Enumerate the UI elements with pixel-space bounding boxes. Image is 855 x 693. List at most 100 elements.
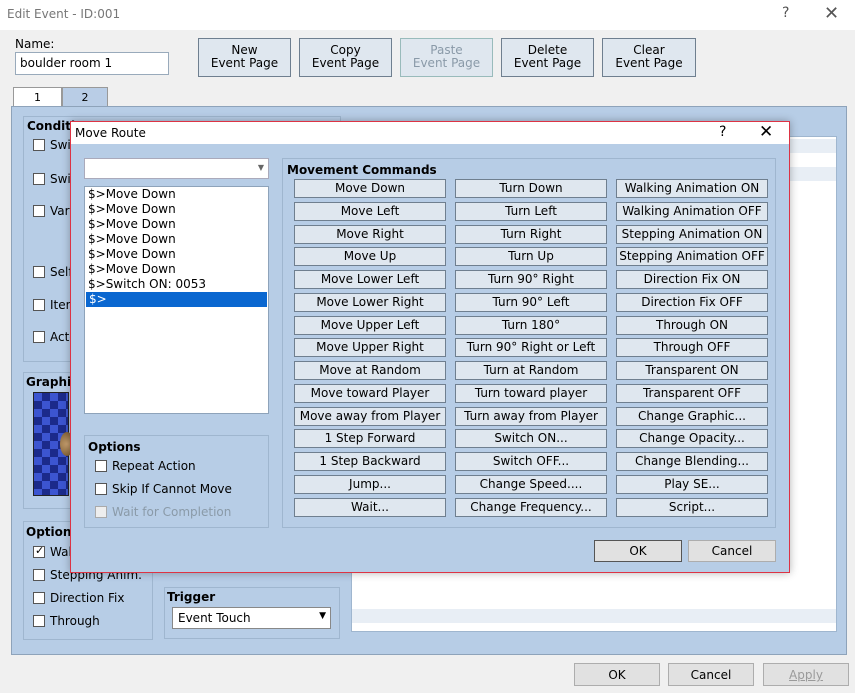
cmd-stepping-animation-off-button[interactable]: Stepping Animation OFF: [616, 247, 768, 266]
cmd-through-on-button[interactable]: Through ON: [616, 316, 768, 335]
delete-event-page-button[interactable]: Delete Event Page: [501, 38, 594, 77]
paste-event-page-button[interactable]: Paste Event Page: [400, 38, 493, 77]
repeat-action-option[interactable]: Repeat Action: [95, 459, 196, 473]
cmd-move-up-button[interactable]: Move Up: [294, 247, 446, 266]
close-icon[interactable]: ✕: [824, 3, 839, 24]
list-item[interactable]: $>Switch ON: 0053: [85, 277, 268, 292]
cmd-move-upper-left-button[interactable]: Move Upper Left: [294, 316, 446, 335]
clear-event-page-button[interactable]: Clear Event Page: [602, 38, 696, 77]
condition-switch-2[interactable]: Swi: [33, 172, 71, 186]
option-walking-anim-checkbox[interactable]: [33, 544, 45, 558]
option-stepping-anim-checkbox[interactable]: [33, 569, 45, 581]
cmd-turn-away-from-player-button[interactable]: Turn away from Player: [455, 407, 607, 426]
cmd-move-down-button[interactable]: Move Down: [294, 179, 446, 198]
list-item[interactable]: $>Move Down: [85, 217, 268, 232]
cmd-switch-off-button[interactable]: Switch OFF...: [455, 452, 607, 471]
cmd-change-opacity-button[interactable]: Change Opacity...: [616, 429, 768, 448]
cmd-direction-fix-on-button[interactable]: Direction Fix ON: [616, 270, 768, 289]
condition-actor-checkbox[interactable]: [33, 331, 45, 343]
list-item[interactable]: $>Move Down: [85, 232, 268, 247]
cmd-turn-90-right-button[interactable]: Turn 90° Right: [455, 270, 607, 289]
cmd-direction-fix-off-button[interactable]: Direction Fix OFF: [616, 293, 768, 312]
cmd-play-se-button[interactable]: Play SE...: [616, 475, 768, 494]
cmd-change-frequency-button[interactable]: Change Frequency...: [455, 498, 607, 517]
cmd-turn-down-button[interactable]: Turn Down: [455, 179, 607, 198]
help-icon[interactable]: ?: [782, 5, 789, 21]
cmd-move-away-from-player-button[interactable]: Move away from Player: [294, 407, 446, 426]
cmd-turn-up-button[interactable]: Turn Up: [455, 247, 607, 266]
cmd-turn-toward-player-button[interactable]: Turn toward player: [455, 384, 607, 403]
cmd-switch-on-button[interactable]: Switch ON...: [455, 429, 607, 448]
condition-switch-1[interactable]: Swi: [33, 138, 71, 152]
move-target-select[interactable]: ▼: [84, 158, 269, 179]
condition-item-checkbox[interactable]: [33, 299, 45, 311]
cmd-move-left-button[interactable]: Move Left: [294, 202, 446, 221]
option-direction-fix[interactable]: Direction Fix: [33, 591, 125, 605]
list-item[interactable]: $>Move Down: [85, 247, 268, 262]
chevron-down-icon: ▼: [257, 163, 264, 172]
list-item[interactable]: $>Move Down: [85, 202, 268, 217]
new-event-page-button[interactable]: New Event Page: [198, 38, 291, 77]
skip-if-cannot-move-option[interactable]: Skip If Cannot Move: [95, 482, 232, 496]
option-walking-anim[interactable]: Wal: [33, 544, 72, 559]
cmd-transparent-off-button[interactable]: Transparent OFF: [616, 384, 768, 403]
move-route-ok-button[interactable]: OK: [594, 540, 682, 562]
apply-button[interactable]: Apply: [763, 663, 849, 686]
cmd-change-blending-button[interactable]: Change Blending...: [616, 452, 768, 471]
cmd-move-upper-right-button[interactable]: Move Upper Right: [294, 338, 446, 357]
cmd-move-lower-right-button[interactable]: Move Lower Right: [294, 293, 446, 312]
cmd-turn-at-random-button[interactable]: Turn at Random: [455, 361, 607, 380]
tab-page-1[interactable]: 1: [13, 87, 62, 107]
cmd-transparent-on-button[interactable]: Transparent ON: [616, 361, 768, 380]
move-route-list[interactable]: $>Move Down $>Move Down $>Move Down $>Mo…: [84, 186, 269, 414]
help-icon[interactable]: ?: [719, 124, 726, 140]
trigger-select[interactable]: Event Touch ▼: [172, 607, 331, 629]
cmd-1-step-backward-button[interactable]: 1 Step Backward: [294, 452, 446, 471]
option-direction-fix-checkbox[interactable]: [33, 592, 45, 604]
cmd-turn-right-button[interactable]: Turn Right: [455, 225, 607, 244]
cmd-turn-90-left-button[interactable]: Turn 90° Left: [455, 293, 607, 312]
condition-variable-checkbox[interactable]: [33, 205, 45, 217]
cancel-button[interactable]: Cancel: [668, 663, 754, 686]
cmd-turn-left-button[interactable]: Turn Left: [455, 202, 607, 221]
condition-item[interactable]: Iten: [33, 298, 73, 312]
wait-for-completion-checkbox[interactable]: [95, 506, 107, 518]
condition-self-switch[interactable]: Self: [33, 265, 73, 279]
cmd-change-speed-button[interactable]: Change Speed....: [455, 475, 607, 494]
cmd-turn-180-button[interactable]: Turn 180°: [455, 316, 607, 335]
wait-for-completion-option[interactable]: Wait for Completion: [95, 505, 231, 519]
cmd-move-toward-player-button[interactable]: Move toward Player: [294, 384, 446, 403]
cmd-walking-animation-on-button[interactable]: Walking Animation ON: [616, 179, 768, 198]
graphic-title: Graphi: [26, 375, 72, 389]
cmd-move-lower-left-button[interactable]: Move Lower Left: [294, 270, 446, 289]
condition-switch-2-checkbox[interactable]: [33, 173, 45, 185]
cmd-wait-button[interactable]: Wait...: [294, 498, 446, 517]
cmd-script-button[interactable]: Script...: [616, 498, 768, 517]
list-item[interactable]: $>Move Down: [85, 262, 268, 277]
cmd-jump-button[interactable]: Jump...: [294, 475, 446, 494]
tab-page-2[interactable]: 2: [62, 87, 108, 107]
cmd-through-off-button[interactable]: Through OFF: [616, 338, 768, 357]
condition-variable[interactable]: Vari: [33, 204, 73, 218]
list-item[interactable]: $>Move Down: [85, 187, 268, 202]
option-through[interactable]: Through: [33, 614, 100, 628]
ok-button[interactable]: OK: [574, 663, 660, 686]
close-icon[interactable]: ✕: [759, 122, 773, 142]
move-route-cancel-button[interactable]: Cancel: [688, 540, 776, 562]
cmd-walking-animation-off-button[interactable]: Walking Animation OFF: [616, 202, 768, 221]
condition-self-switch-checkbox[interactable]: [33, 266, 45, 278]
cmd-stepping-animation-on-button[interactable]: Stepping Animation ON: [616, 225, 768, 244]
cmd-turn-90-right-or-left-button[interactable]: Turn 90° Right or Left: [455, 338, 607, 357]
option-through-checkbox[interactable]: [33, 615, 45, 627]
cmd-move-right-button[interactable]: Move Right: [294, 225, 446, 244]
cmd-change-graphic-button[interactable]: Change Graphic...: [616, 407, 768, 426]
condition-switch-1-checkbox[interactable]: [33, 139, 45, 151]
cmd-move-at-random-button[interactable]: Move at Random: [294, 361, 446, 380]
cmd-1-step-forward-button[interactable]: 1 Step Forward: [294, 429, 446, 448]
repeat-action-checkbox[interactable]: [95, 460, 107, 472]
list-item-selected[interactable]: $>: [86, 292, 267, 307]
copy-event-page-button[interactable]: Copy Event Page: [299, 38, 392, 77]
event-name-input[interactable]: boulder room 1: [15, 52, 169, 75]
paste-event-page-line2: Event Page: [412, 56, 481, 70]
skip-if-cannot-move-checkbox[interactable]: [95, 483, 107, 495]
